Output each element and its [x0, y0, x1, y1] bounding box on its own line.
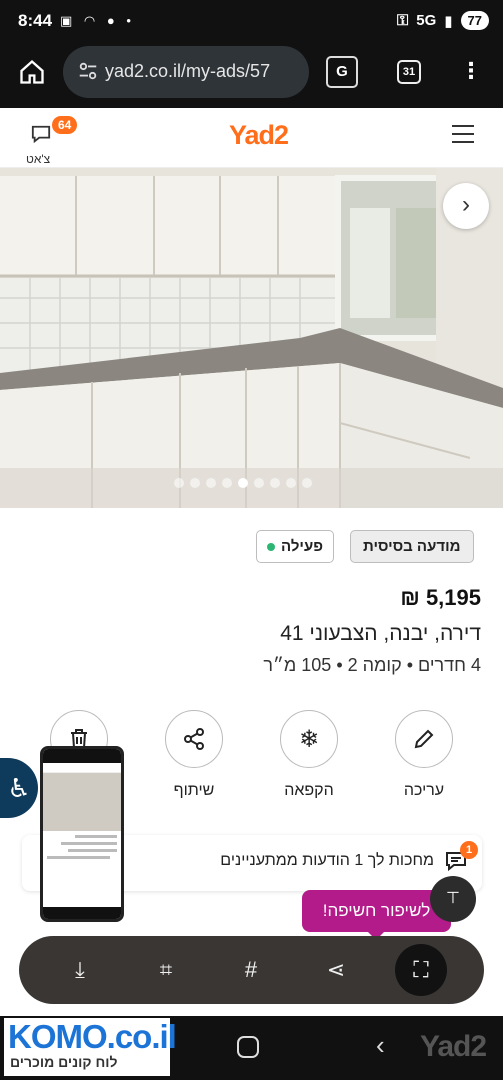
site-header: 64 צ'אט Yad2	[0, 108, 503, 168]
gallery-dot[interactable]	[286, 478, 296, 488]
text-extract-icon[interactable]: ⊤	[430, 876, 476, 922]
browser-toolbar: yad2.co.il/my-ads/57 G 31 ⋮	[0, 44, 503, 108]
hashtag-icon[interactable]: #	[231, 950, 271, 990]
signal-icon: ▮	[444, 12, 453, 30]
share-button[interactable]: שיתוף	[164, 710, 224, 800]
gallery-dot[interactable]	[222, 478, 232, 488]
edit-label: עריכה	[403, 782, 445, 799]
gallery-dot[interactable]	[190, 478, 200, 488]
active-status-dot	[267, 542, 275, 551]
scan-icon[interactable]: ⤓	[60, 950, 100, 990]
screenshot-toolbar: ⤓ ⌗ # ⋖ ⛶	[19, 936, 484, 1004]
nav-back-icon[interactable]: ‹	[376, 1030, 385, 1061]
pencil-icon	[414, 729, 434, 749]
gallery-dot[interactable]	[238, 478, 248, 488]
smart-select-icon[interactable]: ⛶	[395, 944, 447, 996]
key-icon: ⚿	[396, 12, 409, 29]
nav-home-button[interactable]	[237, 1036, 259, 1058]
thumb-status	[43, 749, 121, 763]
listing-specs: 4 חדרים • קומה 2 • 105 מ״ר	[263, 655, 481, 675]
home-icon[interactable]	[18, 58, 46, 86]
listing-address: דירה, יבנה, הצבעוני 41	[280, 622, 481, 645]
network-label: 5G	[416, 12, 437, 29]
gallery-next-button[interactable]: ›	[443, 183, 489, 229]
chat-badge: 64	[52, 116, 78, 134]
system-navbar: KOMO.co.il לוח קונים מוכרים ‹ Yad2	[0, 1016, 503, 1080]
komo-tagline: לוח קונים מוכרים	[10, 1054, 118, 1070]
crop-edit-icon[interactable]: ⌗	[146, 950, 186, 990]
edit-circle[interactable]	[395, 710, 453, 768]
more-menu-icon[interactable]: ⋮	[460, 56, 482, 88]
boost-exposure-button[interactable]: לשיפור חשיפה!	[302, 890, 451, 940]
thumb-photo	[43, 773, 121, 831]
thumb-body	[43, 831, 121, 867]
listing-price: 5,195 ₪	[400, 585, 481, 610]
site-settings-icon[interactable]	[77, 60, 99, 82]
gallery-dot[interactable]	[206, 478, 216, 488]
yad2-watermark: Yad2	[420, 1030, 487, 1063]
screenshot-preview[interactable]	[40, 746, 124, 922]
komo-logo: KOMO.co.il	[8, 1018, 177, 1055]
gallery-dot[interactable]	[174, 478, 184, 488]
accessibility-icon[interactable]: ♿	[0, 758, 38, 818]
freeze-label: הקפאה	[284, 782, 334, 799]
status-label: פעילה	[281, 538, 323, 555]
status-time: 8:44	[18, 11, 53, 30]
translate-icon[interactable]: G	[326, 56, 358, 88]
chat-label: צ'אט	[26, 152, 51, 166]
share-icon[interactable]: ⋖	[316, 950, 356, 990]
gallery-dot[interactable]	[270, 478, 280, 488]
tabs-button[interactable]: 31	[397, 60, 421, 84]
kitchen-photo	[0, 168, 503, 508]
address-bar[interactable]: yad2.co.il/my-ads/57	[63, 46, 309, 98]
listing-gallery[interactable]: ›	[0, 168, 503, 508]
freeze-circle[interactable]: ❄	[280, 710, 338, 768]
share-circle[interactable]	[165, 710, 223, 768]
yad2-logo[interactable]: Yad2	[229, 120, 289, 151]
status-right: ⚿ 5G ▮ 77	[397, 11, 489, 30]
freeze-button[interactable]: ❄ הקפאה	[279, 710, 339, 800]
gallery-dots	[174, 478, 312, 488]
snowflake-icon: ❄	[298, 725, 320, 753]
komo-ad[interactable]: KOMO.co.il לוח קונים מוכרים	[4, 1018, 177, 1076]
share-label: שיתוף	[173, 782, 215, 799]
thumb-navbar	[43, 907, 121, 919]
chat-icon	[31, 125, 51, 144]
gallery-dot[interactable]	[254, 478, 264, 488]
battery-indicator: 77	[460, 11, 489, 30]
ad-type-tag: מודעה בסיסית	[350, 530, 474, 563]
status-bar: 8:44 ▣ ◠ ● • ⚿ 5G ▮ 77	[0, 0, 503, 44]
notification-icons: ▣ ◠ ● •	[60, 13, 135, 28]
gallery-dot[interactable]	[302, 478, 312, 488]
share-icon	[184, 728, 204, 750]
chat-button[interactable]: 64 צ'אט	[22, 114, 78, 166]
url-text[interactable]: yad2.co.il/my-ads/57	[105, 61, 305, 82]
thumb-header	[43, 763, 121, 773]
hamburger-menu-icon[interactable]	[452, 125, 474, 145]
interested-messages-text: מחכות לך 1 הודעות ממתעניינים	[220, 852, 434, 869]
edit-button[interactable]: עריכה	[394, 710, 454, 800]
messages-badge: 1	[460, 841, 478, 859]
status-badge: פעילה	[256, 530, 334, 563]
